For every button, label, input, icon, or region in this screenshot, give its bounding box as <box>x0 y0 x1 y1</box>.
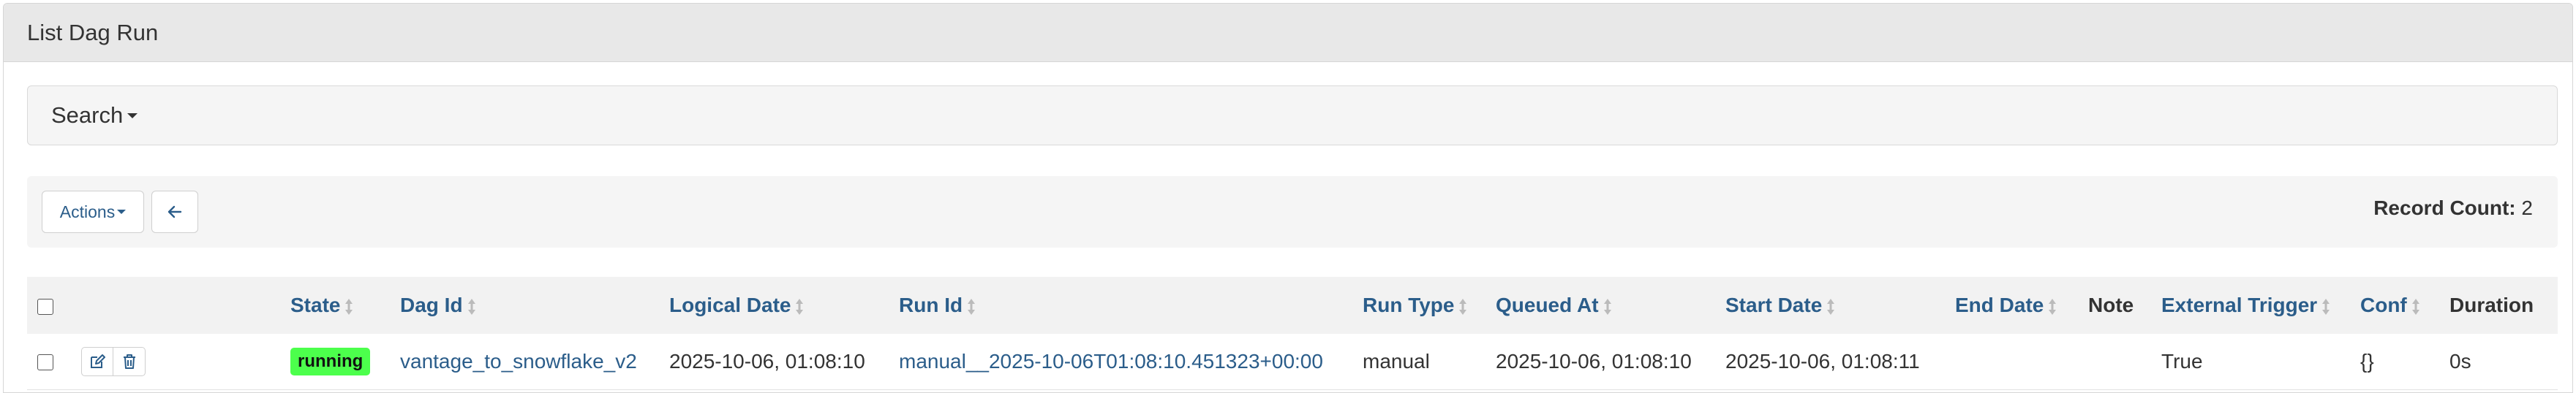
conf-cell: {} <box>2360 334 2449 390</box>
dag-id-link[interactable]: vantage_to_snowflake_v2 <box>400 350 637 373</box>
edit-icon <box>91 354 105 368</box>
list-dag-run-panel: List Dag Run Search Actions Record Count… <box>3 3 2573 393</box>
sort-icon <box>796 298 804 315</box>
record-count: Record Count: 2 <box>2373 194 2533 223</box>
sort-icon <box>968 298 976 315</box>
chevron-down-icon <box>127 112 138 118</box>
edit-record-button[interactable] <box>81 346 113 376</box>
row-select-checkbox[interactable] <box>37 354 53 371</box>
sort-icon <box>1459 298 1467 315</box>
list-toolbar: Actions Record Count: 2 <box>27 176 2558 248</box>
dag-run-table: State Dag Id Logical Date Run Id Run Typ… <box>27 277 2558 390</box>
record-count-label: Record Count: <box>2373 196 2516 219</box>
queued-at-cell: 2025-10-06, 01:08:10 <box>1496 334 1725 390</box>
column-header-run-id[interactable]: Run Id <box>899 277 1363 334</box>
chevron-down-icon <box>117 210 127 214</box>
back-button[interactable] <box>151 191 198 233</box>
trash-icon <box>123 354 135 369</box>
arrow-left-icon <box>167 205 182 218</box>
note-cell <box>2088 334 2161 390</box>
panel-title: List Dag Run <box>4 4 2572 62</box>
sort-icon <box>345 298 353 315</box>
column-header-queued-at[interactable]: Queued At <box>1496 277 1725 334</box>
delete-record-button[interactable] <box>113 346 146 376</box>
external-trigger-cell: True <box>2161 334 2360 390</box>
start-date-cell: 2025-10-06, 01:08:11 <box>1725 334 1955 390</box>
table-header-row: State Dag Id Logical Date Run Id Run Typ… <box>27 277 2558 334</box>
column-header-external-trigger[interactable]: External Trigger <box>2161 277 2360 334</box>
search-label: Search <box>51 102 124 128</box>
sort-icon <box>2322 298 2330 315</box>
column-header-run-type[interactable]: Run Type <box>1363 277 1496 334</box>
state-badge[interactable]: running <box>290 347 371 375</box>
run-type-cell: manual <box>1363 334 1496 390</box>
column-header-duration: Duration <box>2449 294 2534 316</box>
end-date-cell <box>1955 334 2088 390</box>
run-id-link[interactable]: manual__2025-10-06T01:08:10.451323+00:00 <box>899 350 1323 373</box>
column-header-logical-date[interactable]: Logical Date <box>669 277 899 334</box>
sort-icon <box>1827 298 1835 315</box>
sort-icon <box>2049 298 2057 315</box>
logical-date-cell: 2025-10-06, 01:08:10 <box>669 334 899 390</box>
column-header-conf[interactable]: Conf <box>2360 277 2449 334</box>
sort-icon <box>1603 298 1611 315</box>
column-header-end-date[interactable]: End Date <box>1955 277 2088 334</box>
record-count-value: 2 <box>2521 196 2533 219</box>
sort-icon <box>467 298 475 315</box>
table-row: running vantage_to_snowflake_v2 2025-10-… <box>27 334 2558 390</box>
actions-label: Actions <box>59 202 116 221</box>
column-header-start-date[interactable]: Start Date <box>1725 277 1955 334</box>
column-header-note: Note <box>2088 294 2134 316</box>
search-toggle[interactable]: Search <box>27 85 2558 145</box>
actions-dropdown-button[interactable]: Actions <box>42 191 144 233</box>
column-header-dag-id[interactable]: Dag Id <box>400 277 669 334</box>
select-all-checkbox[interactable] <box>37 298 53 315</box>
column-header-state[interactable]: State <box>290 277 400 334</box>
duration-cell: 0s <box>2449 334 2558 390</box>
panel-title-text: List Dag Run <box>27 19 159 45</box>
sort-icon <box>2411 298 2419 315</box>
